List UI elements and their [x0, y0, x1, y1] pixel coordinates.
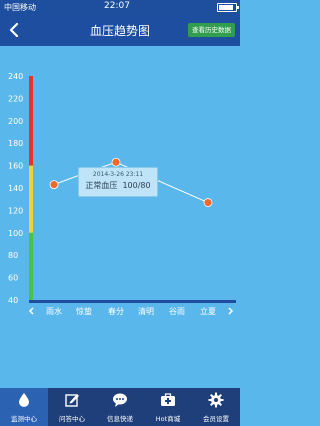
tab-label: 监测中心	[11, 415, 37, 423]
tab-qa-center[interactable]: 问答中心	[48, 388, 96, 426]
tab-hot-mall[interactable]: Hot商城	[144, 388, 192, 426]
tab-label: 问答中心	[59, 415, 85, 423]
tab-label: 信息快递	[107, 415, 133, 423]
y-tick-label: 220	[8, 94, 23, 103]
x-axis-line	[29, 300, 236, 303]
x-tick-label: 惊蛰	[76, 306, 92, 316]
x-tick-label: 立夏	[200, 306, 216, 316]
level-bar-elevated	[29, 165, 33, 233]
view-history-button[interactable]: 查看历史数据	[188, 23, 235, 37]
y-tick-label: 140	[8, 184, 23, 193]
tab-monitor-center[interactable]: 监测中心	[0, 388, 48, 426]
y-tick-label: 40	[8, 296, 18, 305]
tab-label: 会员设置	[203, 415, 229, 423]
x-tick-label: 清明	[138, 306, 154, 316]
x-tick-label: 雨水	[46, 306, 62, 316]
y-tick-label: 160	[8, 162, 23, 171]
y-tick-label: 240	[8, 72, 23, 81]
y-tick-label: 180	[8, 139, 23, 148]
tab-member-settings[interactable]: 会员设置	[192, 388, 240, 426]
data-point	[203, 198, 213, 207]
y-tick-label: 120	[8, 206, 23, 215]
data-tooltip: 2014-3-26 23:11 正常血压 100/80	[78, 167, 158, 197]
edit-icon	[65, 394, 79, 407]
tooltip-number: 100/80	[122, 181, 151, 190]
tooltip-date: 2014-3-26 23:11	[92, 171, 144, 178]
chevron-left-icon	[28, 307, 34, 315]
level-bar-high	[29, 76, 33, 166]
chart-area: 240 220 200 180 160 140 120 100 80 60 40 雨水 惊蛰 春分 清明 谷雨…	[0, 46, 240, 388]
chevron-right-icon	[228, 307, 234, 315]
tab-label: Hot商城	[155, 415, 181, 423]
y-tick-label: 60	[8, 274, 18, 283]
nav-bar: 血压趋势图 查看历史数据	[0, 14, 240, 46]
bottom-tab-bar: 监测中心 问答中心 信息快递 Hot商城 会员设置	[0, 388, 240, 426]
gear-icon	[208, 392, 224, 408]
x-tick-label: 谷雨	[169, 307, 185, 316]
status-bar: 中国移动 22:07	[0, 0, 240, 14]
x-tick-label: 春分	[108, 306, 124, 316]
y-tick-label: 200	[8, 117, 23, 126]
battery-icon	[217, 3, 239, 12]
y-tick-label: 100	[8, 229, 23, 238]
drop-icon	[19, 393, 29, 407]
tooltip-label: 正常血压	[85, 181, 118, 190]
chat-icon	[113, 393, 127, 407]
level-bar-normal	[29, 232, 33, 300]
data-point	[49, 180, 59, 190]
carrier-label: 中国移动	[4, 3, 36, 12]
tooltip-value: 正常血压 100/80	[79, 180, 157, 191]
tab-info-express[interactable]: 信息快递	[96, 388, 144, 426]
blood-pressure-chart: 240 220 200 180 160 140 120 100 80 60 40 雨水 惊蛰 春分 清明 谷雨…	[8, 72, 236, 316]
medkit-icon	[161, 393, 175, 406]
data-point	[111, 157, 121, 167]
clock-label: 22:07	[104, 1, 130, 11]
y-tick-label: 80	[8, 251, 18, 260]
